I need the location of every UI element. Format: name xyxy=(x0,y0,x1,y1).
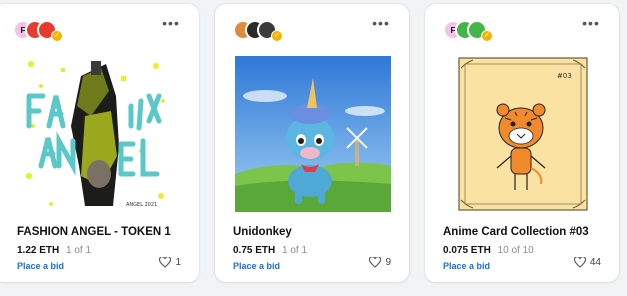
creator-avatars[interactable]: ✓ xyxy=(233,20,283,42)
verified-icon: ✓ xyxy=(51,30,63,42)
edition-count: 1 of 1 xyxy=(282,245,308,256)
price: 0.75 ETH xyxy=(233,245,276,256)
nft-card[interactable]: F ✓ ••• #03 Anime Card Collection #03 0.… xyxy=(424,3,620,283)
like-count: 44 xyxy=(589,257,601,268)
like-count: 9 xyxy=(385,257,391,268)
creator-avatars[interactable]: F ✓ xyxy=(443,20,493,42)
more-options-icon[interactable]: ••• xyxy=(161,16,181,32)
like-button[interactable]: 44 xyxy=(573,257,601,268)
artwork-image[interactable] xyxy=(235,56,391,212)
heart-icon xyxy=(573,257,586,268)
place-bid-link[interactable]: Place a bid xyxy=(443,261,490,271)
verified-icon: ✓ xyxy=(481,30,493,42)
price-row: 0.075 ETH 10 of 10 xyxy=(443,245,534,256)
edition-count: 10 of 10 xyxy=(497,245,534,256)
like-count: 1 xyxy=(175,257,181,268)
more-options-icon[interactable]: ••• xyxy=(371,16,391,32)
card-number-label: #03 xyxy=(557,72,572,80)
price: 0.075 ETH xyxy=(443,245,491,256)
place-bid-link[interactable]: Place a bid xyxy=(233,261,280,271)
nft-card[interactable]: ✓ ••• Unidonkey 0.75 ETH 1 of 1 Place a … xyxy=(214,3,410,283)
place-bid-link[interactable]: Place a bid xyxy=(17,261,64,271)
verified-icon: ✓ xyxy=(271,30,283,42)
creator-avatars[interactable]: F ✓ xyxy=(13,20,63,42)
like-button[interactable]: 9 xyxy=(369,257,391,268)
like-button[interactable]: 1 xyxy=(159,257,181,268)
price: 1.22 ETH xyxy=(17,245,60,256)
nft-grid: F ✓ ••• ANGEL 2021 FASHION ANGEL - TOKEN… xyxy=(0,0,627,296)
price-row: 0.75 ETH 1 of 1 xyxy=(233,245,307,256)
price-row: 1.22 ETH 1 of 1 xyxy=(17,245,91,256)
heart-icon xyxy=(369,257,382,268)
nft-card[interactable]: F ✓ ••• ANGEL 2021 FASHION ANGEL - TOKEN… xyxy=(0,3,200,283)
nft-title[interactable]: Anime Card Collection #03 xyxy=(443,226,589,238)
nft-title[interactable]: Unidonkey xyxy=(233,226,292,238)
edition-count: 1 of 1 xyxy=(66,245,92,256)
more-options-icon[interactable]: ••• xyxy=(581,16,601,32)
nft-title[interactable]: FASHION ANGEL - TOKEN 1 xyxy=(17,226,171,238)
svg-text:ANGEL 2021: ANGEL 2021 xyxy=(126,202,157,208)
artwork-image[interactable]: ANGEL 2021 xyxy=(21,56,171,212)
artwork-image[interactable]: #03 xyxy=(445,56,601,212)
heart-icon xyxy=(159,257,172,268)
